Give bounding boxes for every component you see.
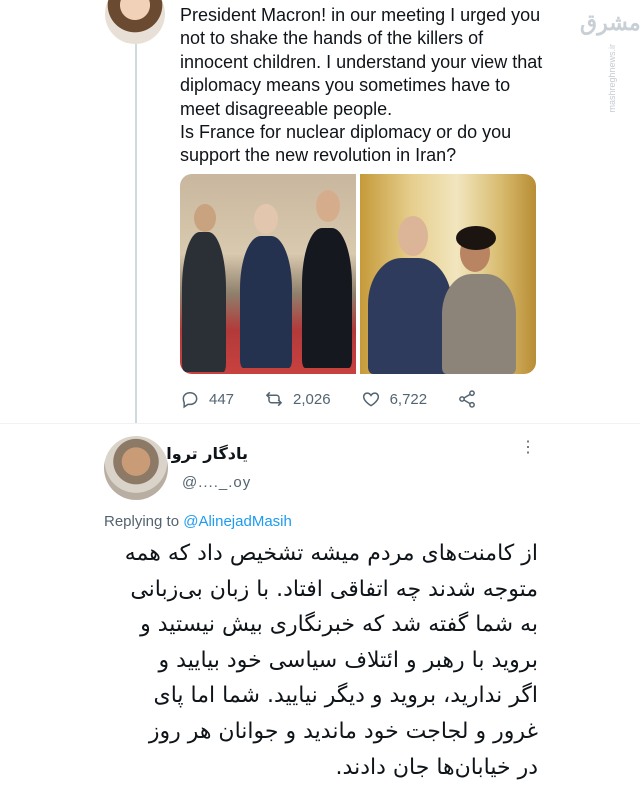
reply-button[interactable]: 447 (180, 389, 234, 409)
like-button[interactable]: 6,722 (361, 389, 428, 409)
watermark-logo: مشرق (580, 10, 640, 35)
reply-author-avatar[interactable] (104, 436, 168, 500)
replying-to-line: Replying to @AlinejadMasih (104, 513, 292, 530)
more-options-icon[interactable]: ⋮ (520, 440, 536, 466)
author-avatar[interactable] (105, 0, 165, 44)
photo-figure (182, 232, 226, 372)
reply-count: 447 (209, 390, 235, 408)
share-button[interactable] (457, 389, 477, 409)
photo-figure-head (316, 190, 340, 222)
photo-figure-head (398, 216, 428, 256)
reply-author-handle[interactable]: @...._.oy (182, 474, 251, 491)
retweet-icon (265, 391, 283, 407)
tweet-screenshot: President Macron! in our meeting I urged… (0, 0, 640, 800)
heart-icon (362, 392, 379, 407)
tweet-photo-right[interactable] (360, 174, 536, 374)
replying-to-mention-link[interactable]: @AlinejadMasih (183, 513, 292, 530)
photo-figure (240, 236, 292, 368)
reply-author-name[interactable]: یادگار تروا (166, 444, 248, 463)
watermark-url: mashreghnews.ir (607, 44, 617, 113)
reply-text: از کامنت‌های مردم میشه تشخیص داد که همه … (124, 541, 538, 780)
photo-figure (368, 258, 452, 374)
retweet-button[interactable]: 2,026 (264, 389, 331, 409)
tweet-text: President Macron! in our meeting I urged… (180, 5, 543, 166)
photo-figure (442, 274, 516, 374)
photo-figure-head (254, 204, 278, 234)
photo-figure-hair (456, 226, 496, 250)
watermark: مشرق mashreghnews.ir (580, 10, 640, 116)
photo-figure (302, 228, 352, 368)
like-count: 6,722 (389, 390, 428, 408)
replying-to-label: Replying to (104, 513, 180, 530)
photo-figure-head (194, 204, 216, 232)
divider (0, 423, 640, 424)
share-icon (459, 390, 476, 408)
tweet-actions: 447 2,026 6,722 (180, 388, 540, 410)
thread-connector-line (135, 44, 137, 424)
retweet-count: 2,026 (293, 390, 331, 408)
tweet-photo-left[interactable] (180, 174, 356, 374)
reply-icon (182, 391, 198, 409)
